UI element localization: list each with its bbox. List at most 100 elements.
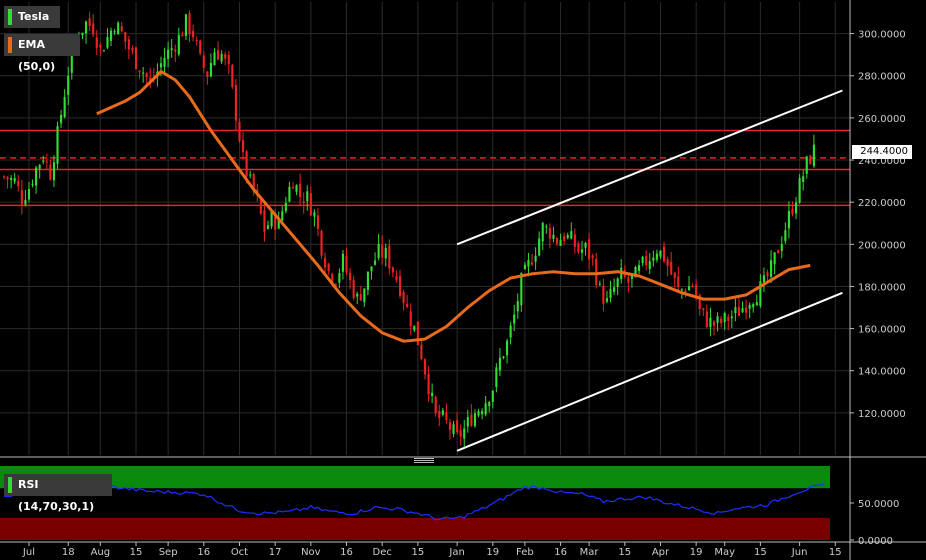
candle-body [605, 298, 609, 302]
candle-body [780, 244, 783, 252]
candle-body [13, 178, 16, 182]
candle-body [42, 160, 45, 162]
candle-body [784, 230, 787, 242]
candle-body [520, 273, 523, 306]
candle-body [302, 201, 305, 204]
candle-body [356, 293, 359, 297]
candle-body [377, 243, 380, 258]
candle-body [309, 192, 312, 216]
candle-body [591, 255, 594, 258]
candle-body [445, 412, 448, 421]
candle-body [266, 225, 270, 229]
candle-body [341, 253, 345, 272]
candle-body [573, 234, 576, 247]
candle-body [192, 30, 195, 38]
rsi-legend[interactable]: RSI (14,70,30,1) [4, 474, 112, 513]
candle-body [117, 22, 120, 35]
candle-body [484, 403, 487, 415]
y-tick-label: 220.0000 [858, 198, 906, 209]
candle-body [35, 167, 38, 186]
candle-body [737, 307, 741, 316]
candle-body [295, 185, 298, 192]
rsi-label: RSI (14,70,30,1) [18, 478, 95, 513]
rsi-color-swatch [8, 477, 12, 493]
candle-body [92, 23, 95, 35]
candle-body [545, 226, 548, 228]
rsi-oversold-zone [0, 517, 830, 540]
candle-body [106, 37, 109, 48]
candle-body [588, 239, 591, 260]
candle-body [670, 261, 673, 275]
candle-body [320, 230, 323, 256]
candle-body [798, 177, 801, 203]
candle-body [466, 417, 469, 427]
candle-body [427, 373, 430, 395]
candle-body [324, 257, 327, 268]
candle-body [716, 316, 719, 323]
x-tick-label: Dec [373, 547, 392, 558]
candle-body [31, 184, 34, 186]
candle-body [741, 308, 744, 313]
candle-body [406, 303, 409, 308]
candle-body [687, 286, 691, 291]
candle-body [645, 255, 648, 266]
candle-body [448, 422, 452, 430]
x-tick-label: May [714, 547, 735, 558]
x-tick-label: 18 [62, 547, 75, 558]
candle-body [238, 121, 241, 142]
candle-body [420, 344, 423, 360]
candle-body [84, 21, 88, 34]
candle-body [766, 272, 769, 277]
candle-body [159, 63, 163, 68]
pane-splitter-handle[interactable] [414, 458, 434, 464]
candle-body [27, 188, 31, 200]
candle-body [577, 243, 580, 252]
candle-body [787, 211, 790, 229]
candle-body [284, 202, 287, 212]
candle-body [99, 44, 102, 48]
candle-body [81, 32, 84, 36]
candle-body [109, 30, 113, 41]
candle-body [359, 294, 362, 301]
candle-body [762, 275, 766, 283]
candle-body [195, 40, 198, 42]
candle-body [563, 236, 566, 242]
price-chart[interactable]: 120.0000140.0000160.0000180.0000200.0000… [0, 0, 926, 560]
candle-body [652, 257, 655, 261]
x-tick-label: Apr [652, 547, 670, 558]
rsi-y-tick-label: 50.0000 [858, 499, 899, 510]
candle-body [395, 275, 398, 281]
candle-body [174, 49, 177, 52]
candle-body [502, 356, 505, 358]
candle-body [580, 249, 584, 253]
y-tick-label: 160.0000 [858, 325, 906, 336]
y-tick-label: 260.0000 [858, 114, 906, 125]
candle-body [391, 267, 394, 273]
candle-body [52, 162, 56, 181]
candle-body [513, 314, 516, 324]
candle-body [702, 308, 705, 310]
candle-body [456, 420, 459, 432]
candle-body [49, 164, 52, 180]
candle-body [613, 287, 616, 292]
candle-body [363, 288, 366, 303]
candle-body [199, 40, 202, 54]
candle-body [498, 357, 501, 371]
candle-body [224, 54, 227, 59]
candle-body [459, 430, 462, 437]
candle-body [802, 176, 805, 183]
candle-body [338, 273, 341, 283]
candle-body [709, 317, 712, 328]
symbol-legend[interactable]: Tesla [4, 6, 60, 28]
candle-body [509, 325, 512, 338]
candle-body [67, 75, 70, 95]
candle-body [113, 31, 116, 33]
candle-body [388, 245, 391, 269]
x-tick-label: Nov [301, 547, 321, 558]
y-tick-label: 300.0000 [858, 30, 906, 41]
ema-legend[interactable]: EMA (50,0) [4, 34, 80, 73]
x-tick-label: 17 [269, 547, 282, 558]
candle-body [666, 259, 669, 266]
candle-body [441, 410, 444, 415]
candle-body [384, 247, 387, 259]
